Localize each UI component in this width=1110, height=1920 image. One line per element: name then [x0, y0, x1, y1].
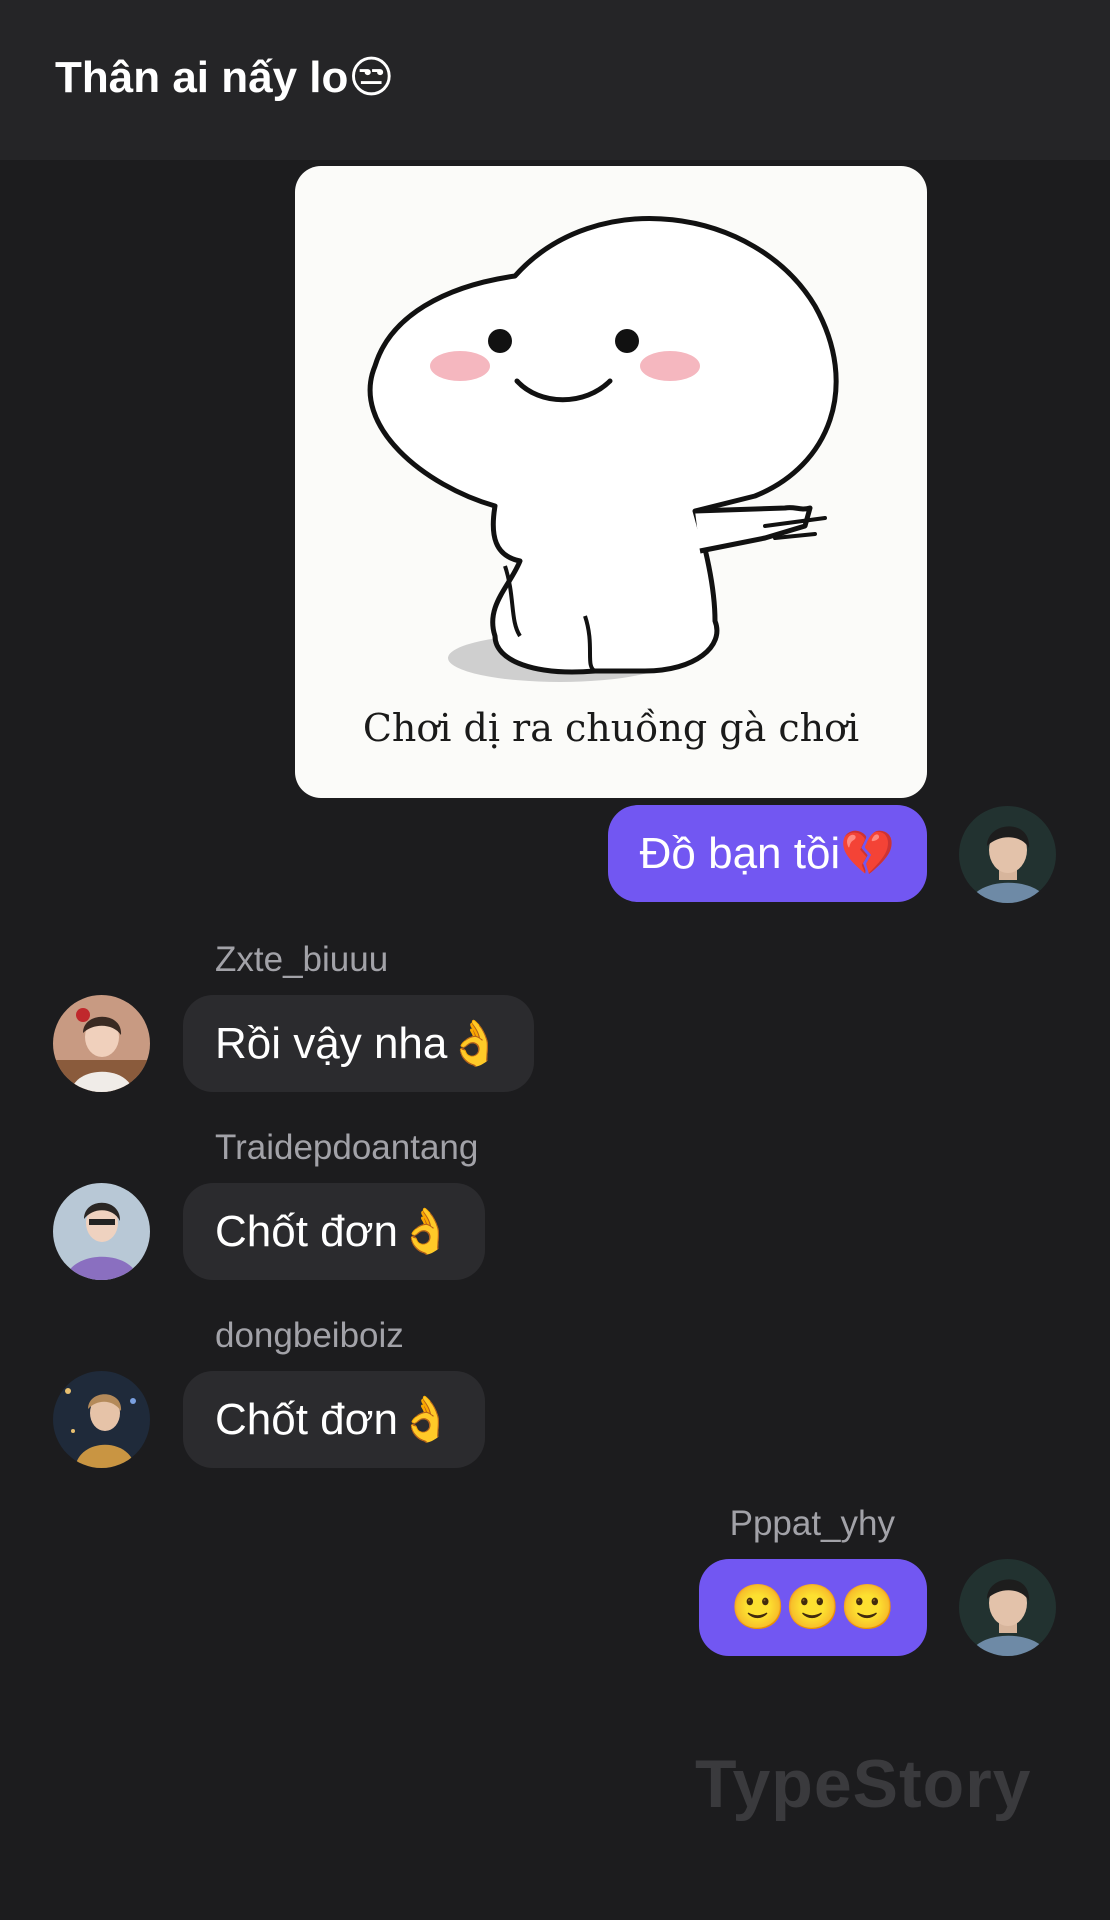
sticker-image[interactable]: Chơi dị ra chuồng gà chơi: [295, 166, 927, 798]
sticker-caption: Chơi dị ra chuồng gà chơi: [362, 706, 860, 750]
avatar-zxte-biuuu[interactable]: [53, 995, 150, 1092]
message-bubble-outgoing[interactable]: Đồ bạn tồi💔: [607, 805, 927, 902]
sender-name: dongbeiboiz: [215, 1316, 404, 1355]
chat-header: Thân ai nấy lo😒: [0, 0, 1110, 160]
message-bubble-outgoing[interactable]: 🙂🙂🙂: [698, 1559, 927, 1656]
avatar-traidepdoantang[interactable]: [53, 1183, 150, 1280]
message-bubble-incoming[interactable]: Chốt đơn👌: [183, 1371, 485, 1468]
sender-name: Zxte_biuuu: [215, 940, 389, 979]
avatar-dongbeiboiz[interactable]: [53, 1371, 150, 1468]
watermark-logo: TypeStory: [695, 1746, 1032, 1822]
sender-name: Pppat_yhy: [729, 1504, 895, 1543]
sticker-character-illustration: [367, 216, 839, 682]
avatar-self[interactable]: [959, 1559, 1056, 1656]
chat-title: Thân ai nấy lo😒: [55, 53, 395, 102]
avatar-self[interactable]: [959, 806, 1056, 903]
message-bubble-incoming[interactable]: Chốt đơn👌: [183, 1183, 485, 1280]
message-bubble-incoming[interactable]: Rồi vậy nha👌: [183, 995, 535, 1092]
sender-name: Traidepdoantang: [215, 1128, 479, 1167]
